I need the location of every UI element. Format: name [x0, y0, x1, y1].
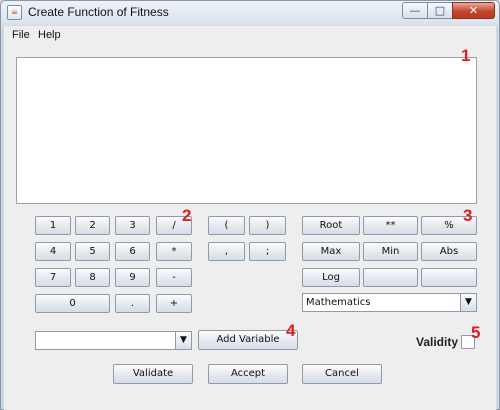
validate-button[interactable]: Validate	[113, 364, 193, 384]
key-9[interactable]: 9	[115, 268, 150, 287]
key-minus[interactable]: -	[156, 268, 192, 287]
key-8[interactable]: 8	[75, 268, 110, 287]
function-text-area[interactable]	[16, 57, 477, 204]
marker-5: 5	[471, 323, 481, 342]
key-semicolon[interactable]: ;	[249, 242, 286, 261]
func-blank-1[interactable]	[363, 268, 418, 287]
minimize-button[interactable]: —	[402, 2, 428, 19]
func-blank-2[interactable]	[421, 268, 477, 287]
key-close-paren[interactable]: )	[249, 216, 286, 235]
menu-bar	[4, 26, 496, 45]
func-power[interactable]: **	[363, 216, 418, 235]
cancel-button[interactable]: Cancel	[302, 364, 382, 384]
key-2[interactable]: 2	[75, 216, 110, 235]
key-open-paren[interactable]: (	[208, 216, 245, 235]
func-log[interactable]: Log	[302, 268, 360, 287]
category-dropdown-arrow-icon[interactable]: ▼	[460, 294, 476, 311]
category-select-value: Mathematics	[306, 297, 371, 308]
variable-dropdown-arrow-icon[interactable]: ▼	[175, 332, 191, 349]
marker-3: 3	[463, 206, 473, 225]
key-7[interactable]: 7	[35, 268, 71, 287]
close-button[interactable]: ✕	[452, 2, 495, 19]
java-app-icon: ☕	[7, 5, 22, 20]
func-min[interactable]: Min	[363, 242, 418, 261]
func-max[interactable]: Max	[302, 242, 360, 261]
menu-file[interactable]: File	[12, 29, 30, 41]
func-abs[interactable]: Abs	[421, 242, 477, 261]
accept-button[interactable]: Accept	[208, 364, 288, 384]
key-3[interactable]: 3	[115, 216, 150, 235]
window-title: Create Function of Fitness	[28, 5, 169, 19]
key-4[interactable]: 4	[35, 242, 71, 261]
key-6[interactable]: 6	[115, 242, 150, 261]
key-multiply[interactable]: *	[156, 242, 192, 261]
add-variable-button[interactable]: Add Variable	[198, 330, 298, 350]
maximize-button[interactable]: □	[427, 2, 453, 19]
key-plus[interactable]: +	[156, 294, 192, 313]
key-comma[interactable]: ,	[208, 242, 245, 261]
marker-4: 4	[286, 321, 296, 340]
validity-label: Validity	[416, 335, 459, 349]
key-1[interactable]: 1	[35, 216, 71, 235]
key-0[interactable]: 0	[35, 294, 110, 313]
category-select[interactable]: Mathematics	[302, 293, 477, 312]
func-root[interactable]: Root	[302, 216, 360, 235]
variable-select[interactable]	[35, 331, 192, 350]
key-decimal[interactable]: .	[115, 294, 150, 313]
menu-help[interactable]: Help	[38, 29, 61, 41]
marker-1: 1	[461, 46, 471, 65]
marker-2: 2	[182, 206, 192, 225]
key-5[interactable]: 5	[75, 242, 110, 261]
